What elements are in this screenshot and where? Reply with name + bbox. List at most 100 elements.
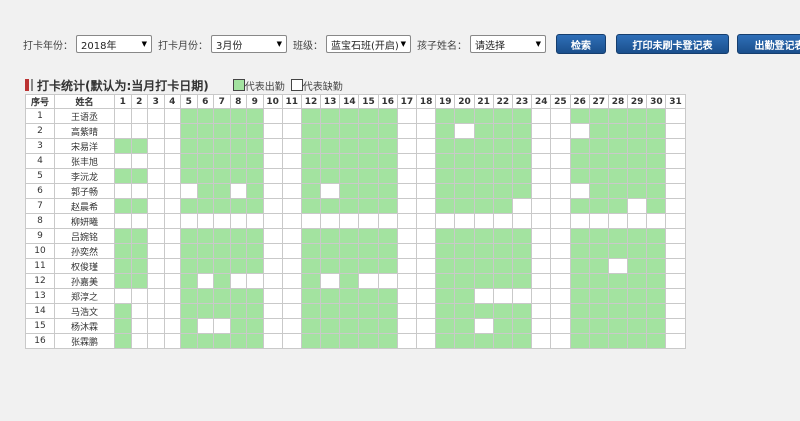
table-row: 14 马浩文 bbox=[25, 303, 686, 319]
attendance-cell-absent bbox=[511, 213, 533, 229]
attendance-cell-present bbox=[377, 288, 398, 304]
attendance-cell-present bbox=[454, 138, 475, 154]
search-button[interactable]: 检索 bbox=[556, 34, 606, 54]
attendance-cell-present bbox=[320, 228, 341, 244]
attendance-cell-present bbox=[473, 258, 494, 274]
attendance-cell-present bbox=[569, 288, 590, 304]
attendance-cell-absent bbox=[569, 213, 590, 229]
attendance-cell-absent bbox=[646, 213, 667, 229]
table-row: 12 孙嘉美 bbox=[25, 273, 686, 289]
attendance-cell-absent bbox=[147, 168, 165, 184]
attendance-cell-present bbox=[473, 153, 494, 169]
attendance-cell-present bbox=[646, 228, 667, 244]
class-select-value: 蓝宝石班(开启) bbox=[331, 40, 399, 52]
attendance-cell-absent bbox=[358, 273, 379, 289]
attendance-cell-present bbox=[180, 168, 198, 184]
attendance-cell-present bbox=[213, 198, 231, 214]
attendance-cell-absent bbox=[180, 213, 198, 229]
student-name: 马浩文 bbox=[54, 303, 115, 319]
attendance-cell-present bbox=[492, 123, 513, 139]
table-row: 1 王语丞 bbox=[25, 108, 686, 124]
attendance-cell-present bbox=[511, 228, 533, 244]
attendance-cell-absent bbox=[550, 333, 571, 349]
attendance-cell-absent bbox=[262, 153, 283, 169]
attendance-cell-present bbox=[435, 273, 456, 289]
attendance-cell-absent bbox=[281, 273, 302, 289]
attendance-cell-absent bbox=[130, 123, 148, 139]
attendance-cell-present bbox=[358, 333, 379, 349]
attendance-cell-present bbox=[180, 288, 198, 304]
attendance-cell-absent bbox=[415, 273, 437, 289]
attendance-cell-present bbox=[213, 138, 231, 154]
attendance-cell-absent bbox=[262, 168, 283, 184]
attendance-cell-absent bbox=[163, 243, 181, 259]
attendance-cell-absent bbox=[550, 303, 571, 319]
attendance-cell-present bbox=[300, 288, 322, 304]
attendance-cell-absent bbox=[665, 213, 686, 229]
attendance-cell-present bbox=[213, 108, 231, 124]
attendance-cell-absent bbox=[320, 183, 341, 199]
table-row: 4 张丰旭 bbox=[25, 153, 686, 169]
attendance-cell-present bbox=[646, 318, 667, 334]
attendance-cell-absent bbox=[147, 243, 165, 259]
attendance-cell-present bbox=[246, 318, 264, 334]
attendance-cell-present bbox=[435, 303, 456, 319]
attendance-cell-absent bbox=[531, 228, 552, 244]
attendance-cell-absent bbox=[665, 123, 686, 139]
child-select[interactable]: 请选择 ▼ bbox=[470, 35, 546, 53]
attendance-cell-absent bbox=[320, 213, 341, 229]
attendance-cell-absent bbox=[550, 258, 571, 274]
attendance-cell-present bbox=[320, 288, 341, 304]
attendance-cell-present bbox=[114, 228, 132, 244]
attendance-cell-absent bbox=[550, 183, 571, 199]
print-unswiped-button[interactable]: 打印未刷卡登记表 bbox=[616, 34, 729, 54]
attendance-cell-present bbox=[435, 123, 456, 139]
table-header-row: 序号 姓名 1 2 3 4 5 6 7 8 9 10 11 12 13 14 15 16 17 18 19 20 21 22 2… bbox=[25, 94, 686, 109]
attendance-register-button[interactable]: 出勤登记表 bbox=[737, 34, 800, 54]
attendance-cell-present bbox=[229, 198, 247, 214]
attendance-cell-present bbox=[646, 258, 667, 274]
attendance-table: 序号 姓名 1 2 3 4 5 6 7 8 9 10 11 12 13 14 15 16 17 18 19 20 21 22 2… bbox=[25, 94, 686, 349]
attendance-cell-absent bbox=[396, 123, 418, 139]
attendance-cell-absent bbox=[415, 123, 437, 139]
row-index: 1 bbox=[25, 108, 55, 124]
row-index: 6 bbox=[25, 183, 55, 199]
attendance-cell-absent bbox=[531, 138, 552, 154]
attendance-cell-absent bbox=[415, 183, 437, 199]
row-index: 4 bbox=[25, 153, 55, 169]
attendance-cell-present bbox=[358, 168, 379, 184]
month-select[interactable]: 3月份 ▼ bbox=[211, 35, 287, 53]
attendance-cell-present bbox=[511, 123, 533, 139]
table-row: 16 张霖鹏 bbox=[25, 333, 686, 349]
header-name: 姓名 bbox=[54, 94, 115, 109]
chevron-down-icon: ▼ bbox=[535, 40, 541, 48]
attendance-cell-present bbox=[300, 258, 322, 274]
header-day-25: 25 bbox=[550, 94, 571, 109]
section-header: 打卡统计(默认为:当月打卡日期) 代表出勤 代表缺勤 bbox=[25, 76, 345, 94]
attendance-cell-present bbox=[607, 108, 629, 124]
header-day-15: 15 bbox=[358, 94, 379, 109]
attendance-cell-present bbox=[454, 168, 475, 184]
class-select[interactable]: 蓝宝石班(开启) ▼ bbox=[326, 35, 411, 53]
header-day-28: 28 bbox=[607, 94, 629, 109]
attendance-cell-present bbox=[492, 168, 513, 184]
header-day-12: 12 bbox=[300, 94, 322, 109]
attendance-cell-present bbox=[377, 303, 398, 319]
year-select[interactable]: 2018年 ▼ bbox=[76, 35, 152, 53]
attendance-cell-present bbox=[492, 228, 513, 244]
attendance-cell-absent bbox=[130, 153, 148, 169]
row-index: 15 bbox=[25, 318, 55, 334]
attendance-cell-present bbox=[454, 333, 475, 349]
attendance-cell-absent bbox=[163, 273, 181, 289]
attendance-cell-present bbox=[627, 123, 648, 139]
attendance-cell-present bbox=[607, 243, 629, 259]
attendance-cell-absent bbox=[588, 213, 609, 229]
attendance-cell-absent bbox=[531, 243, 552, 259]
attendance-cell-present bbox=[607, 168, 629, 184]
attendance-cell-present bbox=[454, 183, 475, 199]
attendance-cell-present bbox=[511, 153, 533, 169]
attendance-cell-absent bbox=[246, 213, 264, 229]
attendance-cell-present bbox=[492, 108, 513, 124]
attendance-cell-absent bbox=[262, 138, 283, 154]
attendance-cell-absent bbox=[213, 213, 231, 229]
